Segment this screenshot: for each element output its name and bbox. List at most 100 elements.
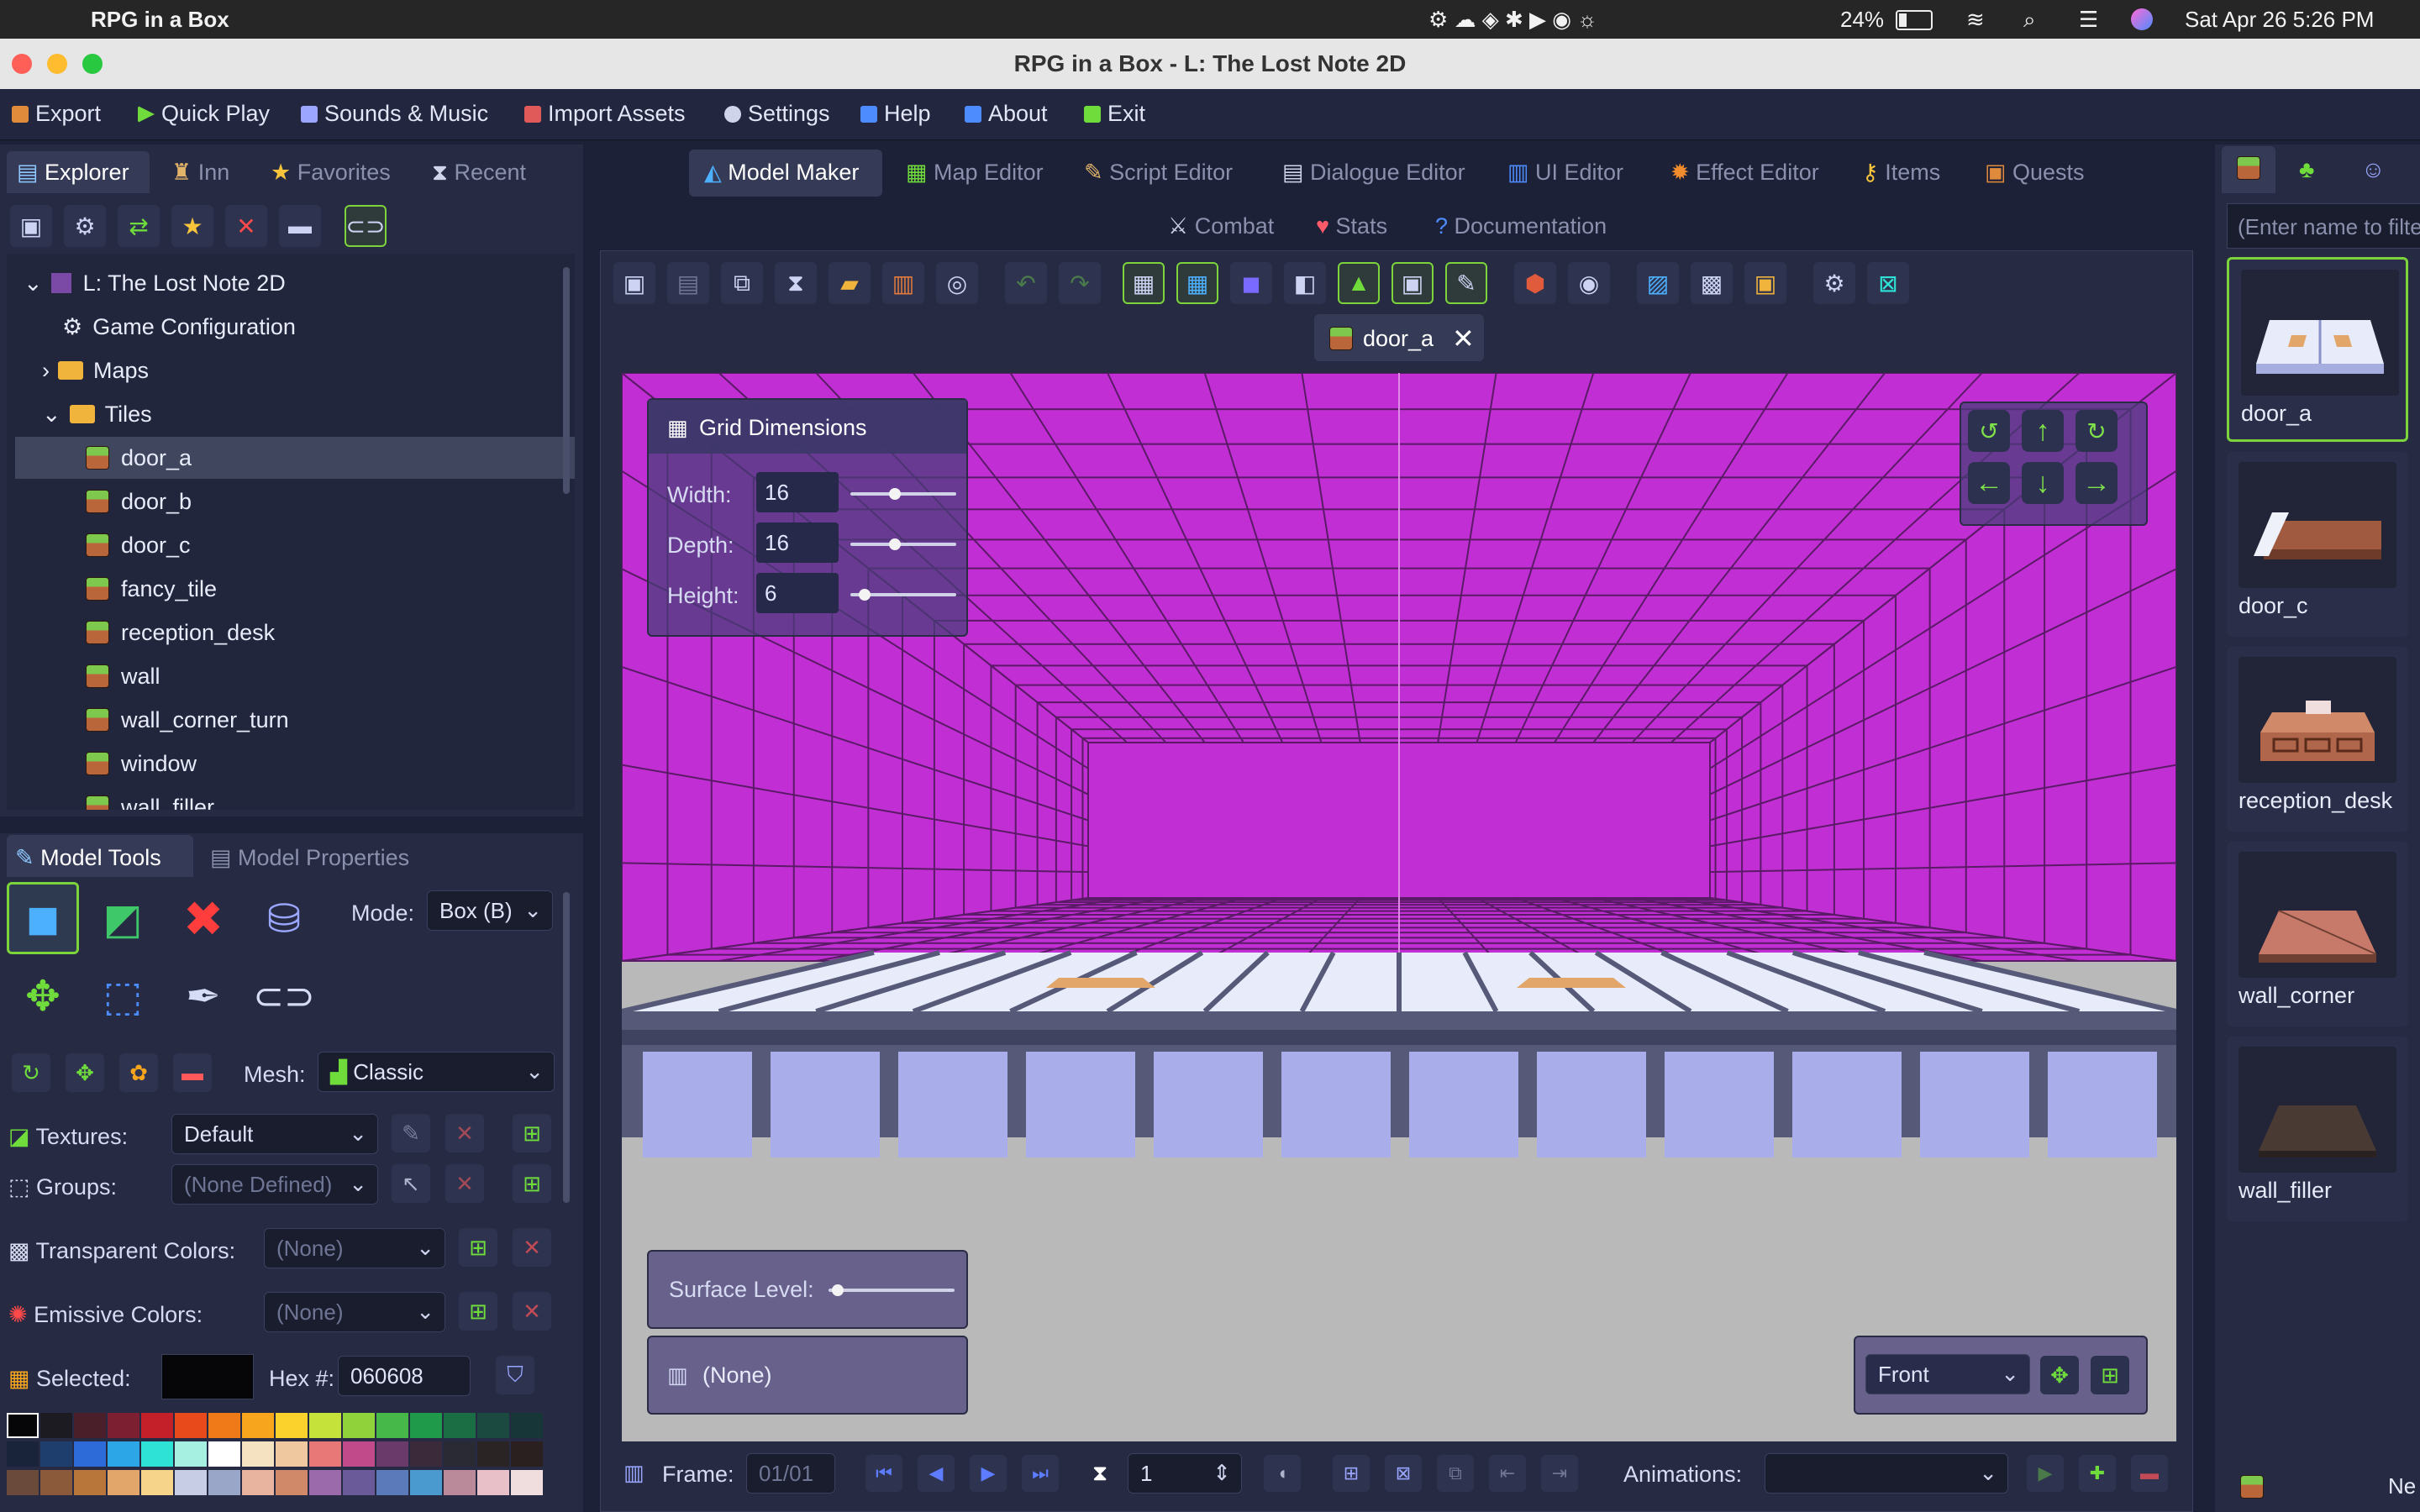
palette-swatch[interactable]: [376, 1470, 408, 1495]
tab-combat[interactable]: ⚔ Combat: [1168, 213, 1274, 239]
rotate-right-button[interactable]: ↻: [2075, 410, 2118, 452]
palette-swatch[interactable]: [108, 1470, 139, 1495]
palette-swatch[interactable]: [242, 1413, 274, 1438]
groups-select[interactable]: (None Defined) ⌄: [171, 1164, 378, 1205]
preview-toggle-button[interactable]: ▣: [1392, 262, 1434, 304]
textures-select[interactable]: Default ⌄: [171, 1114, 378, 1154]
new-item-button[interactable]: ▣: [10, 205, 52, 247]
tools-scrollbar[interactable]: [563, 892, 570, 1203]
tab-stats[interactable]: ♥ Stats: [1316, 213, 1387, 239]
move-button[interactable]: ✥: [66, 1053, 104, 1092]
menu-help[interactable]: Help: [860, 101, 931, 127]
slider-knob[interactable]: [889, 538, 901, 550]
camera-down-button[interactable]: ↓: [2022, 462, 2064, 504]
link-tool[interactable]: ⊂⊃: [249, 961, 319, 1032]
menu-about[interactable]: About: [965, 101, 1048, 127]
layer-panel[interactable]: ▥ (None): [647, 1336, 968, 1415]
add-animation-button[interactable]: ✚: [2079, 1455, 2116, 1492]
palette-swatch[interactable]: [343, 1470, 375, 1495]
emissive-colors-select[interactable]: (None) ⌄: [264, 1292, 445, 1332]
item-settings-button[interactable]: ⚙: [64, 205, 106, 247]
height-slider[interactable]: [850, 589, 956, 601]
remove-button[interactable]: ▬: [173, 1053, 212, 1092]
add-view-button[interactable]: ⊞: [2091, 1356, 2129, 1394]
fill-tool[interactable]: ⛁: [249, 885, 319, 953]
first-frame-button[interactable]: ⏮: [865, 1455, 902, 1492]
clear-group-button[interactable]: ✕: [445, 1164, 484, 1203]
height-input[interactable]: 6: [756, 573, 839, 613]
width-slider[interactable]: [850, 488, 956, 500]
palette-swatch[interactable]: [276, 1441, 308, 1467]
palette-swatch[interactable]: [7, 1470, 39, 1495]
paint-toggle-button[interactable]: ✎: [1445, 262, 1487, 304]
view-select[interactable]: Front ⌄: [1865, 1354, 2030, 1394]
asset-thumb-reception-desk[interactable]: reception_desk: [2227, 647, 2408, 832]
select-tool[interactable]: ⬚: [87, 961, 158, 1032]
palette-swatch[interactable]: [410, 1413, 442, 1438]
siri-icon[interactable]: [2131, 8, 2153, 30]
palette-swatch[interactable]: [74, 1470, 106, 1495]
texture-button[interactable]: ▩: [1691, 262, 1733, 304]
frame-speed-input[interactable]: 1 ⇕: [1128, 1453, 1242, 1494]
tab-tiles[interactable]: [2237, 156, 2272, 186]
remove-animation-button[interactable]: ▬: [2131, 1455, 2168, 1492]
tree-item-fancy-tile[interactable]: fancy_tile: [15, 568, 575, 610]
mesh-select[interactable]: ▟ Classic ⌄: [318, 1052, 555, 1092]
palette-swatch[interactable]: [175, 1413, 207, 1438]
palette-swatch[interactable]: [410, 1441, 442, 1467]
eyedropper-tool[interactable]: ✒: [168, 961, 239, 1032]
tab-recent[interactable]: ⧗ Recent: [432, 160, 526, 186]
tree-project[interactable]: ⌄ L: The Lost Note 2D: [15, 262, 557, 304]
palette-swatch[interactable]: [74, 1441, 106, 1467]
file-tab[interactable]: door_a ✕: [1314, 314, 1484, 361]
clear-emissive-button[interactable]: ✕: [513, 1292, 551, 1331]
palette-swatch[interactable]: [40, 1441, 72, 1467]
tab-inn[interactable]: ♜ Inn: [171, 160, 229, 186]
export-model-button[interactable]: ⬢: [1514, 262, 1556, 304]
asset-thumb-wall-filler[interactable]: wall_filler: [2227, 1037, 2408, 1221]
palette-swatch[interactable]: [477, 1413, 509, 1438]
palette-swatch[interactable]: [40, 1413, 72, 1438]
palette-swatch[interactable]: [511, 1413, 543, 1438]
palette-swatch[interactable]: [208, 1441, 240, 1467]
width-input[interactable]: 16: [756, 472, 839, 512]
select-group-button[interactable]: ↖: [392, 1164, 430, 1203]
add-frame-button[interactable]: ⊞: [1333, 1455, 1370, 1492]
hex-input[interactable]: 060608: [338, 1356, 471, 1396]
refresh-button[interactable]: ⇄: [118, 205, 160, 247]
copy-frame-button[interactable]: ⧉: [1437, 1455, 1474, 1492]
tab-documentation[interactable]: ? Documentation: [1435, 213, 1607, 239]
palette-button[interactable]: ✿: [119, 1053, 158, 1092]
tab-effect-editor[interactable]: ✹ Effect Editor: [1670, 160, 1819, 186]
palette-swatch[interactable]: [444, 1441, 476, 1467]
asset-filter-input[interactable]: (Enter name to filter): [2227, 203, 2420, 249]
palette-swatch[interactable]: [511, 1470, 543, 1495]
tab-explorer[interactable]: ▤ Explorer: [17, 160, 129, 186]
frame-input[interactable]: 01/01: [746, 1453, 835, 1494]
palette-swatch[interactable]: [343, 1413, 375, 1438]
tree-item-wall[interactable]: wall: [15, 655, 575, 697]
move-frame-left-button[interactable]: ⇤: [1489, 1455, 1526, 1492]
delete-button[interactable]: ✕: [225, 205, 267, 247]
add-transparent-button[interactable]: ⊞: [459, 1228, 497, 1267]
tree-item-window[interactable]: window: [15, 743, 575, 785]
mode-select[interactable]: Box (B) ⌄: [427, 890, 553, 931]
palette-swatch[interactable]: [7, 1413, 39, 1438]
palette-swatch[interactable]: [511, 1441, 543, 1467]
tab-model-tools[interactable]: ✎ Model Tools: [15, 845, 161, 871]
menu-export[interactable]: Export: [12, 101, 101, 127]
tab-characters[interactable]: ☺: [2361, 156, 2386, 183]
menubar-app-name[interactable]: RPG in a Box: [91, 7, 229, 33]
tab-map-editor[interactable]: ▦ Map Editor: [906, 160, 1044, 186]
palette-swatch[interactable]: [108, 1413, 139, 1438]
grid-toggle-button[interactable]: ▦: [1123, 262, 1165, 304]
palette-swatch[interactable]: [7, 1441, 39, 1467]
palette-swatch[interactable]: [309, 1441, 341, 1467]
tab-script-editor[interactable]: ✎ Script Editor: [1084, 160, 1233, 186]
tree-item-wall-filler[interactable]: wall_filler: [15, 786, 575, 810]
palette-swatch[interactable]: [343, 1441, 375, 1467]
palette-swatch[interactable]: [477, 1441, 509, 1467]
close-tab-icon[interactable]: ✕: [1452, 323, 1475, 354]
box-add-tool[interactable]: ◼: [7, 882, 79, 954]
wifi-icon[interactable]: ≋: [1966, 7, 1985, 33]
